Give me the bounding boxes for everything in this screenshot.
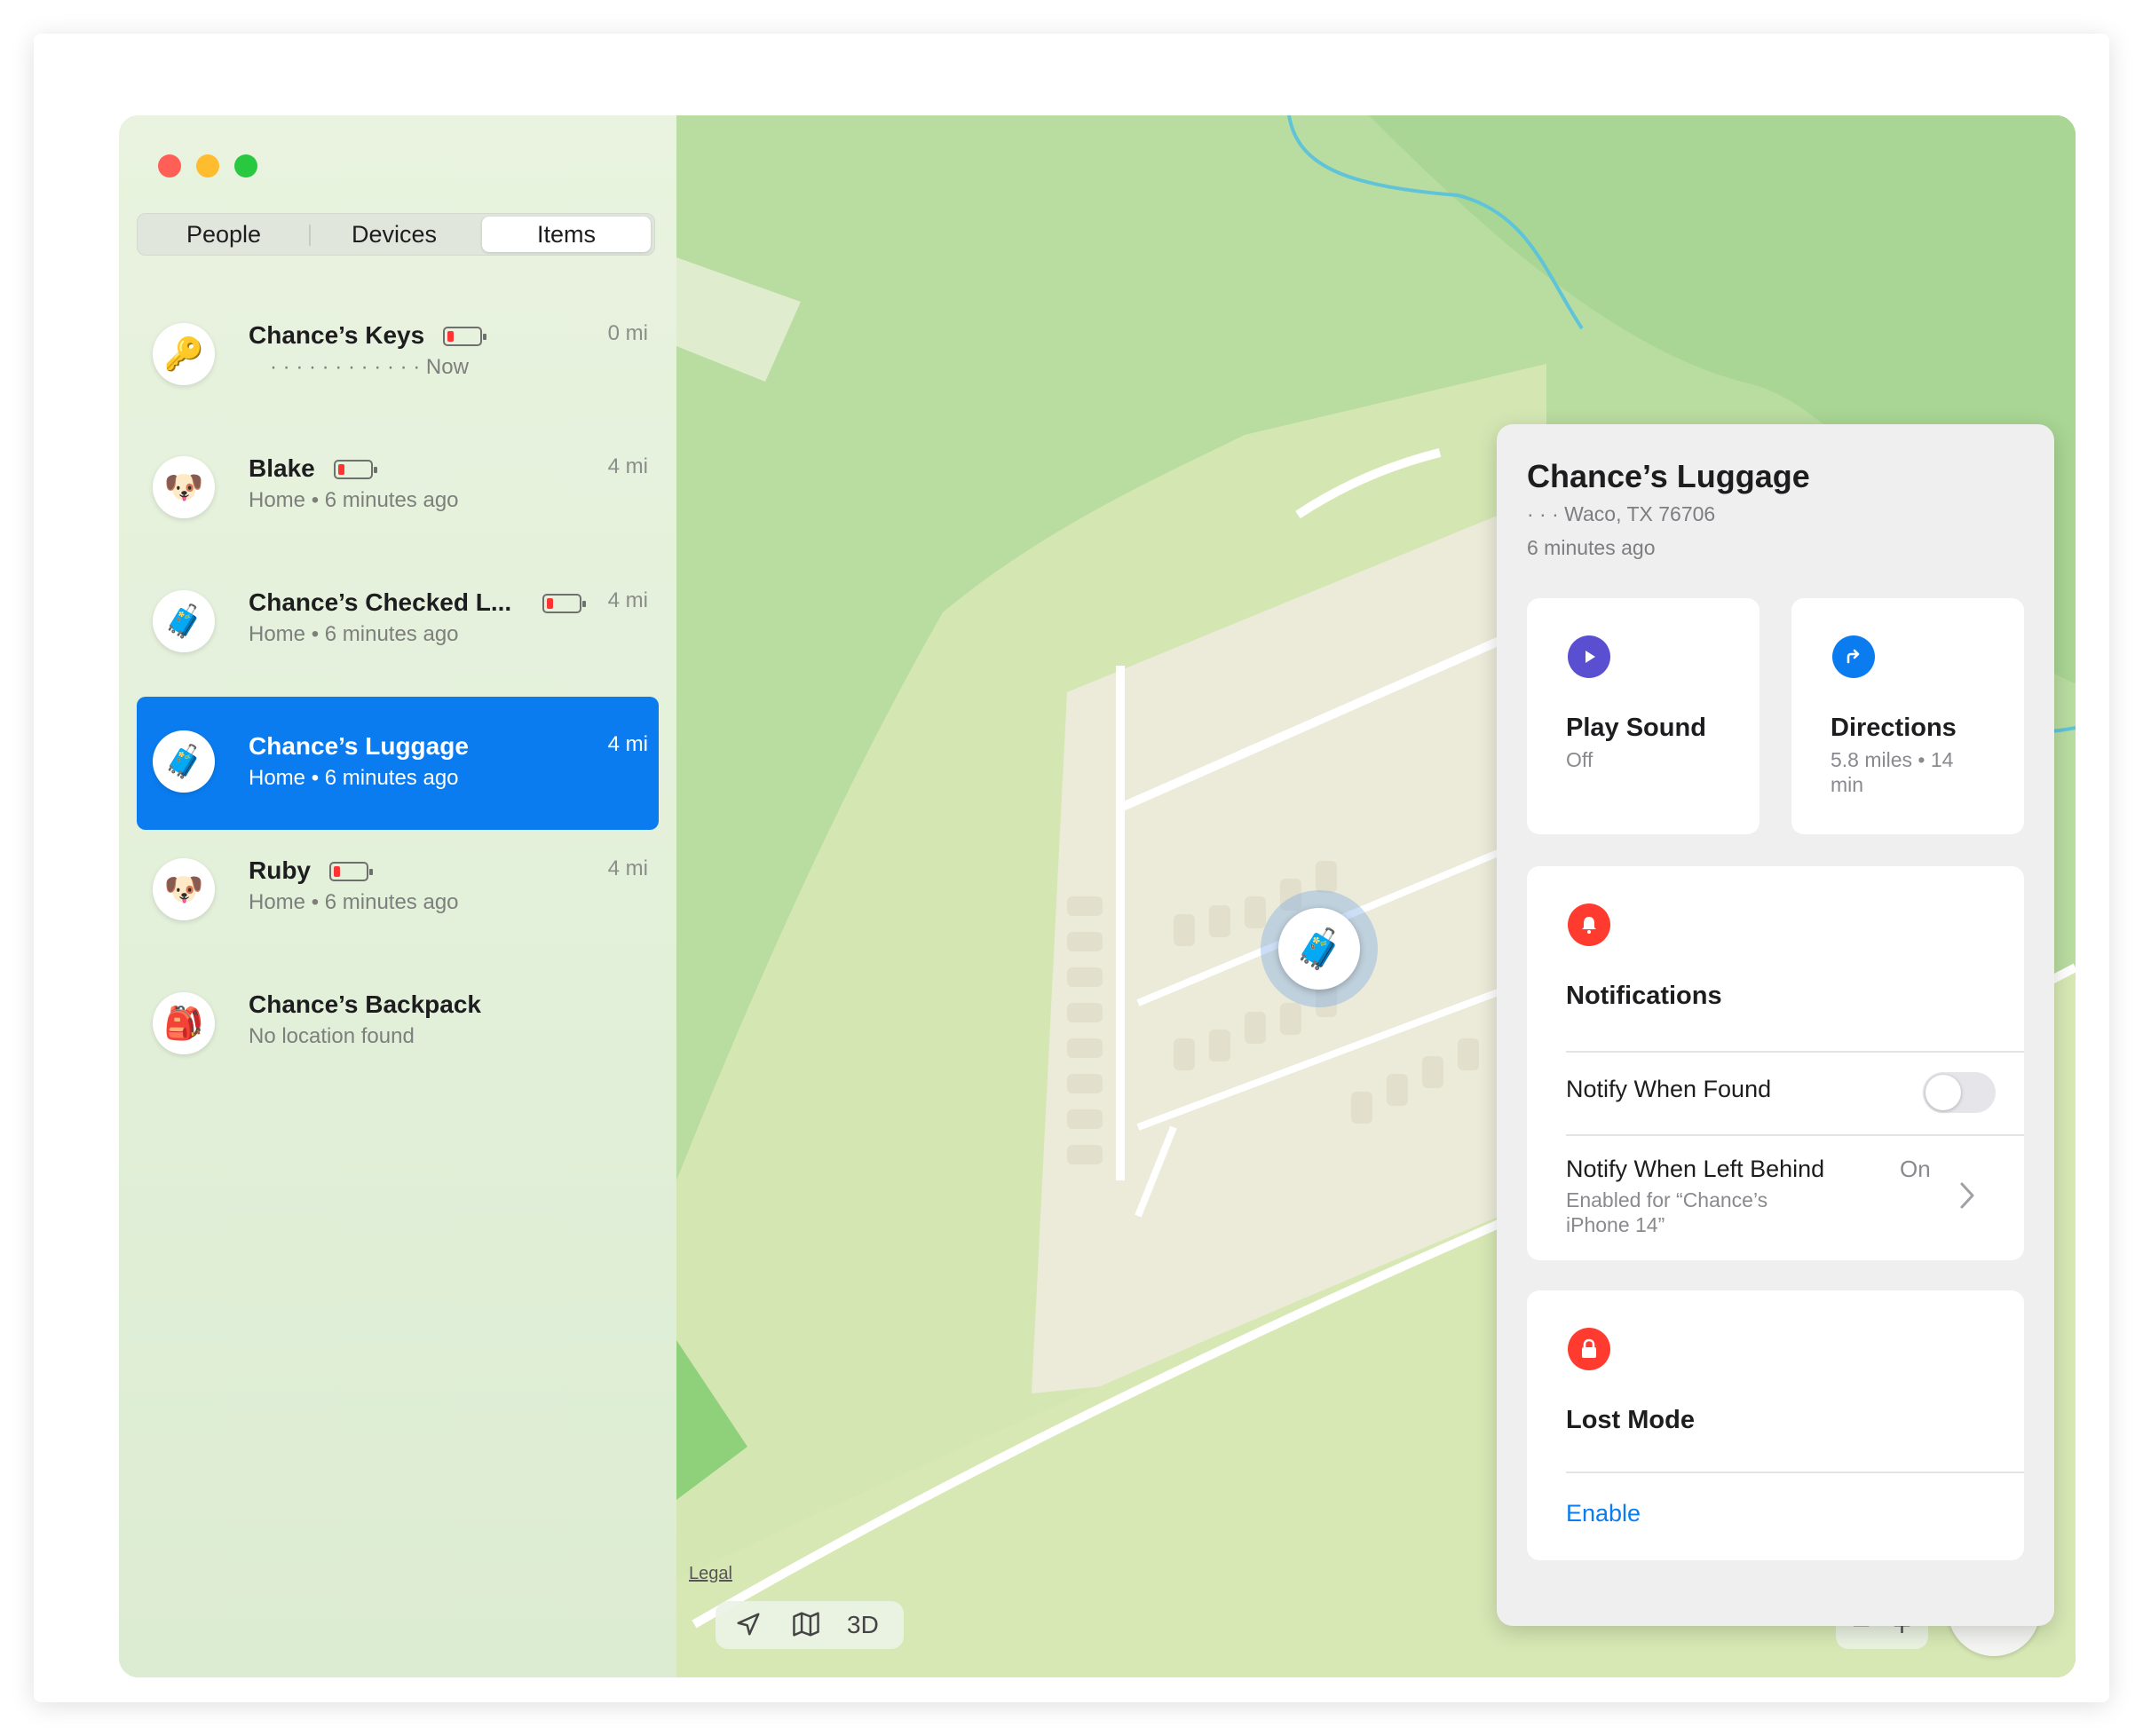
list-item-ruby[interactable]: 🐶 Ruby Home • 6 minutes ago 4 mi [137, 821, 659, 952]
directions-distance: 5.8 miles • 14 min [1831, 748, 1954, 796]
tab-devices[interactable]: Devices [312, 217, 477, 252]
dog-icon: 🐶 [153, 456, 215, 518]
item-name: Ruby [249, 856, 311, 884]
battery-low-icon [542, 594, 586, 613]
item-distance: 4 mi [607, 732, 648, 756]
map-controls-left: 3D [716, 1601, 904, 1649]
find-my-window: People Devices Items 🔑 Chance’s Keys · ·… [119, 115, 2076, 1677]
item-distance: 4 mi [607, 856, 648, 880]
item-name: Chance’s Keys [249, 321, 425, 349]
notify-when-found-label: Notify When Found [1566, 1076, 1772, 1102]
item-distance: 4 mi [607, 588, 648, 612]
item-distance: 4 mi [607, 454, 648, 478]
luggage-map-pin[interactable]: 🧳 [1278, 908, 1360, 990]
tab-items[interactable]: Items [482, 217, 651, 252]
panel-title: Chance’s Luggage [1527, 458, 1810, 494]
item-name: Blake [249, 454, 315, 482]
close-button[interactable] [158, 154, 181, 178]
suitcase-icon: 🧳 [153, 590, 215, 652]
3d-button[interactable]: 3D [847, 1611, 879, 1639]
item-status: No location found [249, 1024, 415, 1048]
location-arrow-icon[interactable] [735, 1611, 762, 1644]
play-icon [1568, 635, 1610, 678]
notify-left-behind-detail: Enabled for “Chance’s iPhone 14” [1566, 1188, 1768, 1236]
suitcase-icon: 🧳 [153, 730, 215, 793]
notifications-card: Notifications Notify When Found Notify W… [1527, 866, 2024, 1260]
play-sound-label: Play Sound [1566, 714, 1706, 742]
battery-low-icon [329, 862, 373, 881]
directions-label: Directions [1831, 714, 1957, 742]
list-item-chances-keys[interactable]: 🔑 Chance’s Keys · · · · · · · · · · · · … [137, 286, 659, 417]
item-name: Chance’s Backpack [249, 990, 481, 1018]
lost-mode-card: Lost Mode Enable [1527, 1290, 2024, 1560]
panel-address: · · · Waco, TX 76706 [1527, 502, 1716, 525]
tab-bar: People Devices Items [137, 213, 655, 256]
notify-left-behind-label: Notify When Left Behind [1566, 1156, 1825, 1182]
sidebar: People Devices Items 🔑 Chance’s Keys · ·… [119, 115, 676, 1677]
divider [1566, 1051, 2024, 1053]
map-style-icon[interactable] [792, 1611, 820, 1644]
item-status: Home • 6 minutes ago [249, 488, 459, 512]
divider [1566, 1472, 2024, 1473]
list-item-blake[interactable]: 🐶 Blake Home • 6 minutes ago 4 mi [137, 419, 659, 550]
panel-updated: 6 minutes ago [1527, 536, 1656, 559]
item-name: Chance’s Checked L... [249, 588, 512, 616]
item-status: Home • 6 minutes ago [249, 766, 459, 790]
backpack-icon: 🎒 [153, 992, 215, 1054]
directions-card[interactable]: Directions 5.8 miles • 14 min [1791, 598, 2024, 834]
notifications-label: Notifications [1566, 982, 1722, 1010]
notify-when-found-toggle[interactable] [1923, 1072, 1996, 1113]
bell-icon [1568, 904, 1610, 946]
lost-mode-label: Lost Mode [1566, 1406, 1695, 1434]
play-sound-card[interactable]: Play Sound Off [1527, 598, 1759, 834]
item-name: Chance’s Luggage [249, 732, 469, 760]
notify-left-behind-value: On [1900, 1156, 1931, 1182]
battery-low-icon [334, 460, 377, 479]
list-item-chances-checked-luggage[interactable]: 🧳 Chance’s Checked L... Home • 6 minutes… [137, 553, 659, 684]
item-status: · · · · · · · · · · · · Now [270, 355, 469, 379]
item-status: Home • 6 minutes ago [249, 622, 459, 646]
screenshot-frame: People Devices Items 🔑 Chance’s Keys · ·… [34, 34, 2109, 1702]
enable-lost-mode-button[interactable]: Enable [1566, 1500, 1641, 1527]
battery-low-icon [443, 327, 486, 346]
lock-icon [1568, 1328, 1610, 1370]
item-distance: 0 mi [607, 321, 648, 345]
list-item-chances-luggage[interactable]: 🧳 Chance’s Luggage Home • 6 minutes ago … [137, 697, 659, 830]
legal-link[interactable]: Legal [689, 1564, 732, 1584]
minimize-button[interactable] [196, 154, 219, 178]
play-sound-status: Off [1566, 748, 1593, 771]
zoom-button[interactable] [234, 154, 257, 178]
directions-icon [1832, 635, 1875, 678]
list-item-chances-backpack[interactable]: 🎒 Chance’s Backpack No location found [137, 955, 659, 1086]
notify-when-left-behind-row[interactable]: Notify When Left Behind On Enabled for “… [1527, 1136, 2024, 1260]
tab-people[interactable]: People [141, 217, 306, 252]
item-detail-panel: Chance’s Luggage · · · Waco, TX 76706 6 … [1497, 424, 2054, 1626]
dog-icon: 🐶 [153, 858, 215, 920]
chevron-right-icon [1958, 1180, 1976, 1215]
key-icon: 🔑 [153, 323, 215, 385]
item-status: Home • 6 minutes ago [249, 890, 459, 914]
tab-separator [309, 225, 311, 246]
